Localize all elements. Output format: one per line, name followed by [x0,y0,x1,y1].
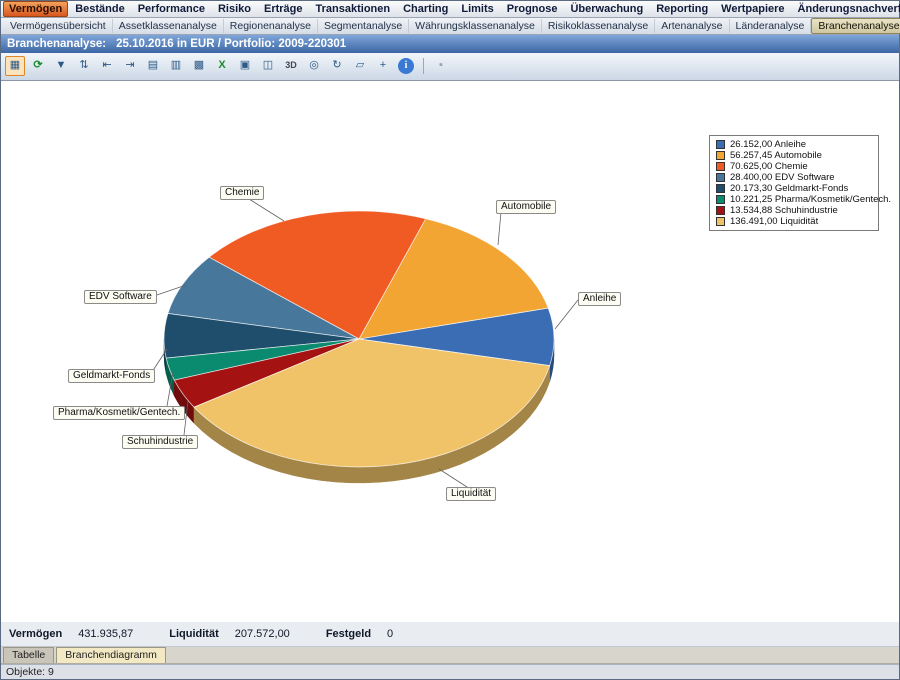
disabled-icon[interactable]: ▪ [431,56,451,76]
three-d-icon[interactable]: 3D [281,56,301,76]
column-right-icon[interactable]: ⇥ [120,56,140,76]
menu-limits[interactable]: Limits [455,1,499,17]
object-count: Objekte: 9 [6,666,54,678]
menu-transaktionen[interactable]: Transaktionen [310,1,397,17]
subtab-bar: Vermögensübersicht Assetklassenanalyse R… [1,18,899,35]
summary-value-vermoegen: 431.935,87 [78,628,133,640]
pie-label-edv-software: EDV Software [84,290,157,304]
legend-swatch [716,217,725,226]
legend-item: 20.173,30 Geldmarkt-Fonds [716,183,872,194]
subtab-vermoegensuebersicht[interactable]: Vermögensübersicht [4,19,113,33]
menu-charting[interactable]: Charting [397,1,454,17]
summary-label-liquiditaet: Liquidität [169,628,219,640]
view-title: Branchenanalyse: [7,38,106,50]
subtab-assetklassenanalyse[interactable]: Assetklassenanalyse [113,19,224,33]
subtab-regionenanalyse[interactable]: Regionenanalyse [224,19,318,33]
chart-panel: Chemie Automobile Anleihe EDV Software G… [1,81,899,622]
chart-icon[interactable]: ▩ [189,56,209,76]
refresh-icon[interactable]: ⟳ [28,56,48,76]
zoom-icon[interactable]: ◎ [304,56,324,76]
excel-export-icon[interactable]: X [212,56,232,76]
menu-ertraege[interactable]: Erträge [258,1,309,17]
menu-prognose[interactable]: Prognose [501,1,564,17]
legend-item: 10.221,25 Pharma/Kosmetik/Gentech. [716,194,872,205]
print-icon[interactable]: ▣ [235,56,255,76]
legend-swatch [716,206,725,215]
column-left-icon[interactable]: ⇤ [97,56,117,76]
toolbar-separator [423,58,424,74]
menu-wertpapiere[interactable]: Wertpapiere [715,1,790,17]
tab-tabelle[interactable]: Tabelle [3,647,54,663]
legend-item: 28.400,00 EDV Software [716,172,872,183]
menubar: Vermögen Bestände Performance Risiko Ert… [1,1,899,18]
legend-item: 136.491,00 Liquidität [716,216,872,227]
summary-bar: Vermögen 431.935,87 Liquidität 207.572,0… [1,622,899,647]
statusbar: Objekte: 9 [1,664,899,679]
legend-swatch [716,195,725,204]
summary-label-vermoegen: Vermögen [9,628,62,640]
legend-swatch [716,140,725,149]
tab-branchendiagramm[interactable]: Branchendiagramm [56,647,166,663]
pie-label-geldmarkt-fonds: Geldmarkt-Fonds [68,369,155,383]
menu-aenderungsnachverfolgung[interactable]: Änderungsnachverfolgung [792,1,900,17]
legend-item: 13.534,88 Schuhindustrie [716,205,872,216]
view-titlebar: Branchenanalyse: 25.10.2016 in EUR / Por… [1,35,899,53]
legend-icon[interactable]: ◫ [258,56,278,76]
pie-label-liquiditaet: Liquidität [446,487,496,501]
view-subtitle: 25.10.2016 in EUR / Portfolio: 2009-2203… [116,38,346,50]
toolbar: ▦ ⟳ ▼ ⇅ ⇤ ⇥ ▤ ▥ ▩ X ▣ ◫ 3D ◎ ↻ ▱ + i ▪ [1,53,899,81]
table-icon[interactable]: ▤ [143,56,163,76]
legend-swatch [716,184,725,193]
info-icon[interactable]: i [398,58,414,74]
pie-label-schuhindustrie: Schuhindustrie [122,435,198,449]
legend-item: 26.152,00 Anleihe [716,139,872,150]
legend-item: 70.625,00 Chemie [716,161,872,172]
crosshair-icon[interactable]: + [373,56,393,76]
subtab-segmentanalyse[interactable]: Segmentanalyse [318,19,409,33]
app-window: Vermögen Bestände Performance Risiko Ert… [0,0,900,680]
pie-label-anleihe: Anleihe [578,292,621,306]
chart-legend: 26.152,00 Anleihe 56.257,45 Automobile 7… [709,135,879,231]
legend-swatch [716,151,725,160]
summary-value-liquiditaet: 207.572,00 [235,628,290,640]
subtab-risikoklassenanalyse[interactable]: Risikoklassenanalyse [542,19,655,33]
grid-icon[interactable]: ▥ [166,56,186,76]
subtab-branchenanalyse[interactable]: Branchenanalyse [811,18,900,34]
menu-reporting[interactable]: Reporting [650,1,714,17]
menu-vermoegen[interactable]: Vermögen [3,1,68,17]
menu-bestaende[interactable]: Bestände [69,1,131,17]
menu-risiko[interactable]: Risiko [212,1,257,17]
pie-label-pharma: Pharma/Kosmetik/Gentech. [53,406,185,420]
rotate-icon[interactable]: ↻ [327,56,347,76]
legend-swatch [716,162,725,171]
summary-label-festgeld: Festgeld [326,628,371,640]
subtab-waehrungsklassenanalyse[interactable]: Währungsklassenanalyse [409,19,542,33]
filter-icon[interactable]: ▼ [51,56,71,76]
subtab-artenanalyse[interactable]: Artenanalyse [655,19,729,33]
sort-icon[interactable]: ⇅ [74,56,94,76]
menu-performance[interactable]: Performance [132,1,211,17]
summary-value-festgeld: 0 [387,628,393,640]
perspective-icon[interactable]: ▱ [350,56,370,76]
subtab-laenderanalyse[interactable]: Länderanalyse [730,19,812,33]
legend-swatch [716,173,725,182]
menu-ueberwachung[interactable]: Überwachung [564,1,649,17]
legend-item: 56.257,45 Automobile [716,150,872,161]
bottom-tab-bar: Tabelle Branchendiagramm [1,647,899,664]
pie-label-automobile: Automobile [496,200,556,214]
pie-label-chemie: Chemie [220,186,264,200]
pivot-table-icon[interactable]: ▦ [5,56,25,76]
